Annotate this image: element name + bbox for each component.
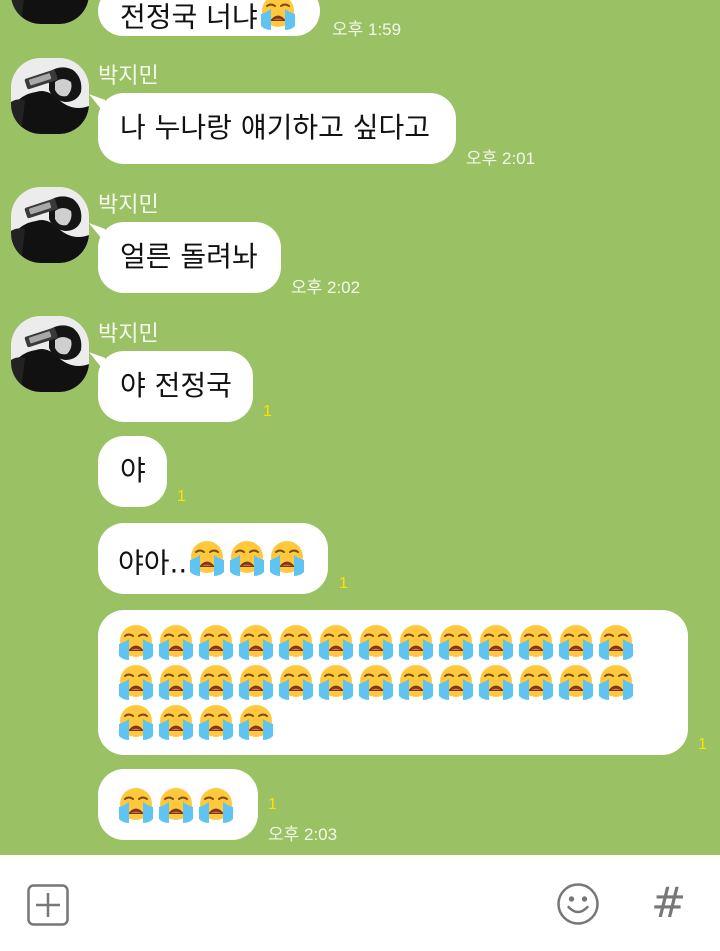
plus-box-icon[interactable]	[27, 884, 69, 926]
message-bubble[interactable]: 야 전정국	[98, 351, 253, 422]
crying-face-icon	[196, 702, 236, 753]
crying-face-icon	[436, 662, 476, 713]
unread-count: 1	[268, 796, 277, 813]
message-text: 얼른 돌려놔	[120, 240, 258, 273]
message-bubble[interactable]: 야아..	[98, 523, 328, 594]
message-bubble[interactable]	[98, 610, 688, 755]
sender-name: 박지민	[98, 322, 159, 347]
message-bubble[interactable]	[98, 769, 258, 840]
message-bubble[interactable]: 얼른 돌려놔	[98, 222, 281, 293]
crying-face-icon	[196, 785, 236, 836]
crying-face-icon	[156, 702, 196, 753]
message-time: 오후 2:02	[291, 278, 361, 297]
crying-face-icon	[516, 662, 556, 713]
crying-face-icon	[236, 702, 276, 753]
avatar[interactable]	[11, 58, 89, 134]
sender-name: 박지민	[98, 64, 159, 89]
message-text: 야 전정국	[120, 369, 232, 402]
crying-face-icon	[356, 662, 396, 713]
crying-face-icon	[476, 662, 516, 713]
hash-icon[interactable]: #	[651, 877, 686, 929]
message-text: 야	[120, 454, 146, 487]
crying-face-icon	[187, 538, 227, 589]
unread-count: 1	[698, 736, 707, 753]
crying-face-icon	[596, 662, 636, 713]
crying-face-icon	[316, 662, 356, 713]
input-bar: #	[0, 855, 720, 951]
crying-face-icon	[227, 538, 267, 589]
crying-face-icon	[556, 662, 596, 713]
crying-face-icon	[156, 785, 196, 836]
unread-count: 1	[263, 403, 272, 420]
message-time: 오후 2:01	[466, 149, 536, 168]
avatar[interactable]	[11, 316, 89, 392]
avatar[interactable]	[11, 0, 89, 24]
smiley-icon[interactable]	[556, 882, 600, 926]
unread-count: 1	[177, 488, 186, 505]
crying-face-icon	[267, 538, 307, 589]
message-bubble[interactable]: 나 누나랑 얘기하고 싶다고	[98, 93, 456, 164]
chat-area[interactable]: 전정국 너냐 오후 1:59 박지민 나 누나랑 얘기하고 싶다고 오후 2:0…	[0, 0, 720, 855]
sender-name: 박지민	[98, 193, 159, 218]
message-text: 나 누나랑 얘기하고 싶다고	[120, 111, 431, 144]
avatar[interactable]	[11, 187, 89, 263]
unread-count: 1	[339, 575, 348, 592]
message-text: 전정국 너냐	[120, 0, 258, 34]
message-bubble[interactable]: 야	[98, 436, 167, 507]
message-text: 야아..	[118, 546, 188, 580]
message-time: 오후 2:03	[268, 825, 338, 844]
message-time: 오후 1:59	[332, 20, 402, 39]
crying-face-icon	[116, 785, 156, 836]
crying-face-icon	[396, 662, 436, 713]
crying-face-icon	[116, 702, 156, 753]
message-bubble[interactable]: 전정국 너냐	[98, 0, 320, 36]
crying-face-icon	[258, 0, 298, 43]
crying-face-icon	[276, 662, 316, 713]
